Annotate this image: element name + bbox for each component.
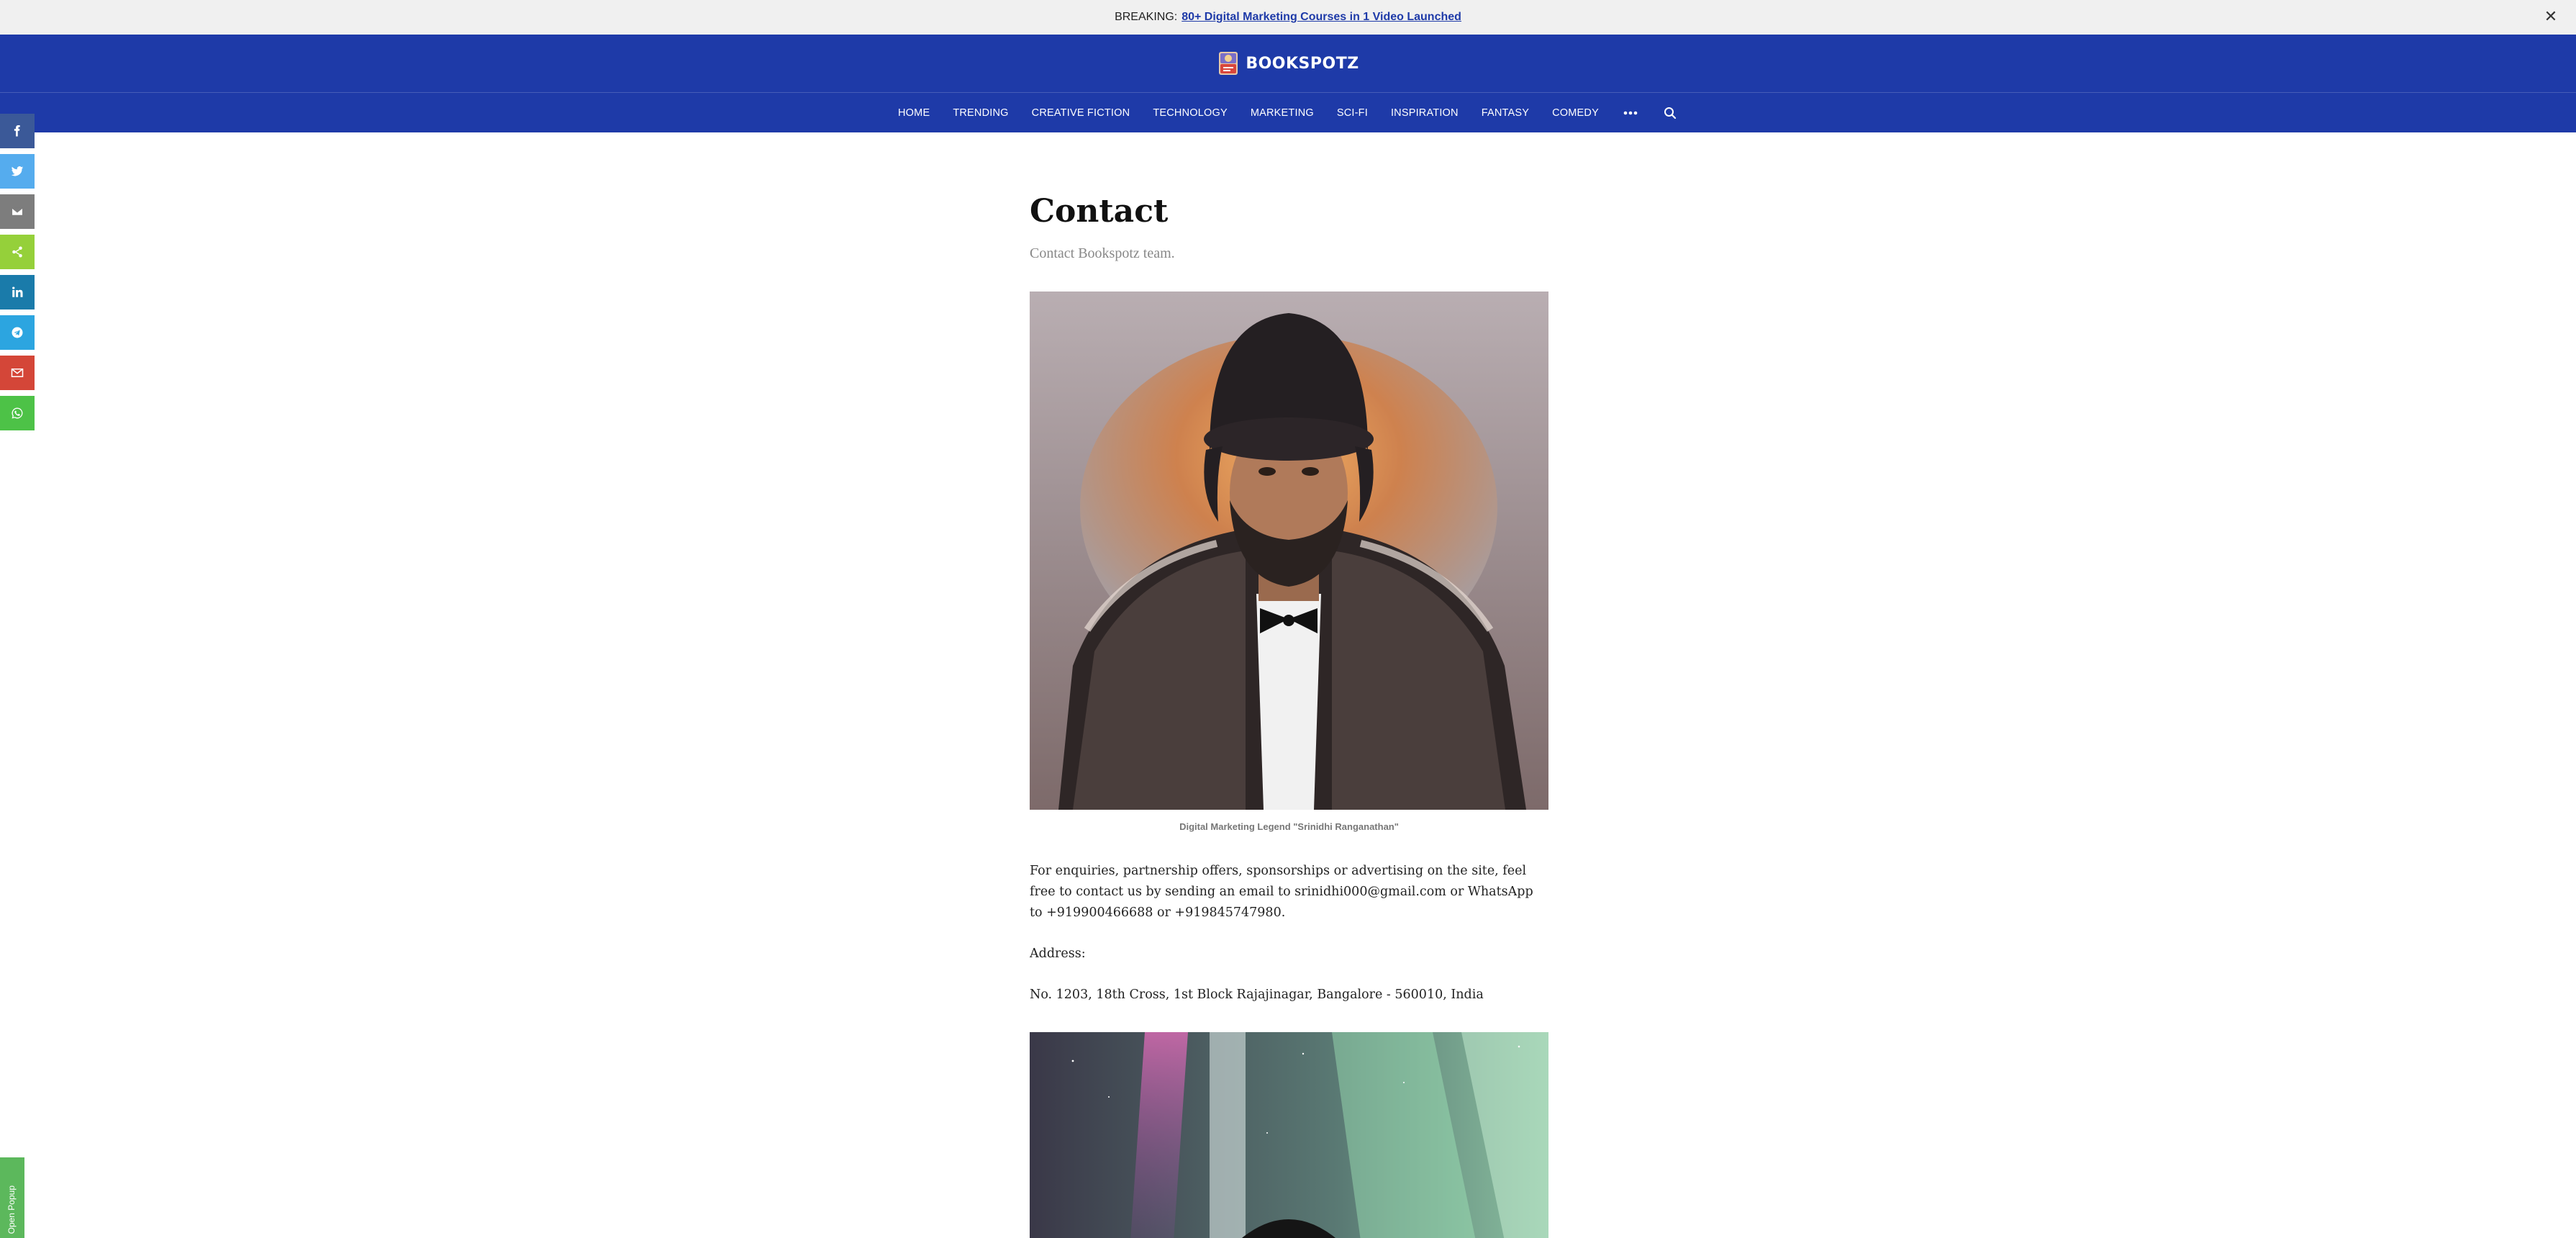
social-share-sidebar (0, 114, 35, 436)
gmail-icon (11, 369, 24, 377)
open-popup-tab[interactable]: Open Popup (0, 1157, 24, 1238)
logo-text: BOOKSPOTZ (1246, 54, 1359, 73)
portrait-image (1030, 292, 1548, 810)
twitter-icon (11, 166, 24, 176)
nav-home[interactable]: HOME (886, 107, 941, 119)
facebook-icon (14, 125, 20, 137)
nav-creative-fiction[interactable]: CREATIVE FICTION (1020, 107, 1142, 119)
linkedin-share-button[interactable] (0, 275, 35, 310)
breaking-news-link[interactable]: 80+ Digital Marketing Courses in 1 Video… (1182, 11, 1461, 24)
breaking-label: BREAKING: (1115, 11, 1178, 23)
nav-sci-fi[interactable]: SCI-FI (1325, 107, 1379, 119)
page-title: Contact (1030, 193, 1169, 230)
gmail-share-button[interactable] (0, 356, 35, 390)
whatsapp-icon (12, 407, 23, 419)
email-icon (11, 207, 24, 216)
email-share-button[interactable] (0, 194, 35, 229)
facebook-share-button[interactable] (0, 114, 35, 148)
telegram-share-button[interactable] (0, 315, 35, 350)
main-nav: HOME TRENDING CREATIVE FICTION TECHNOLOG… (0, 93, 2576, 132)
open-popup-label: Open Popup (6, 1185, 17, 1234)
article-content: Contact Contact Bookspotz team. Digital … (1030, 158, 1548, 1006)
nav-trending[interactable]: TRENDING (941, 107, 1020, 119)
book-logo-icon (1219, 52, 1238, 75)
breaking-news-bar: BREAKING: 80+ Digital Marketing Courses … (0, 0, 2576, 35)
linkedin-icon (12, 286, 23, 297)
nav-inspiration[interactable]: INSPIRATION (1379, 107, 1470, 119)
share-button[interactable] (0, 235, 35, 269)
telegram-icon (12, 327, 23, 338)
aurora-image (1030, 1032, 1548, 1238)
close-icon[interactable]: ✕ (2541, 7, 2560, 26)
page-subtitle: Contact Bookspotz team. (1030, 245, 1175, 261)
nav-marketing[interactable]: MARKETING (1239, 107, 1325, 119)
site-header: BOOKSPOTZ HOME TRENDING CREATIVE FICTION… (0, 35, 2576, 132)
contact-paragraph: For enquiries, partnership offers, spons… (1030, 864, 1533, 920)
logo-row: BOOKSPOTZ (0, 35, 2576, 93)
whatsapp-share-button[interactable] (0, 396, 35, 430)
more-dots-icon[interactable] (1610, 111, 1651, 115)
nav-comedy[interactable]: COMEDY (1541, 107, 1610, 119)
share-icon (12, 246, 22, 258)
search-icon[interactable] (1651, 107, 1690, 119)
site-logo[interactable]: BOOKSPOTZ (1217, 50, 1359, 77)
address-text: No. 1203, 18th Cross, 1st Block Rajajina… (1030, 988, 1484, 1002)
nav-technology[interactable]: TECHNOLOGY (1141, 107, 1239, 119)
address-label: Address: (1030, 946, 1086, 961)
nav-fantasy[interactable]: FANTASY (1470, 107, 1541, 119)
image-caption: Digital Marketing Legend "Srinidhi Ranga… (1179, 821, 1399, 832)
twitter-share-button[interactable] (0, 154, 35, 189)
